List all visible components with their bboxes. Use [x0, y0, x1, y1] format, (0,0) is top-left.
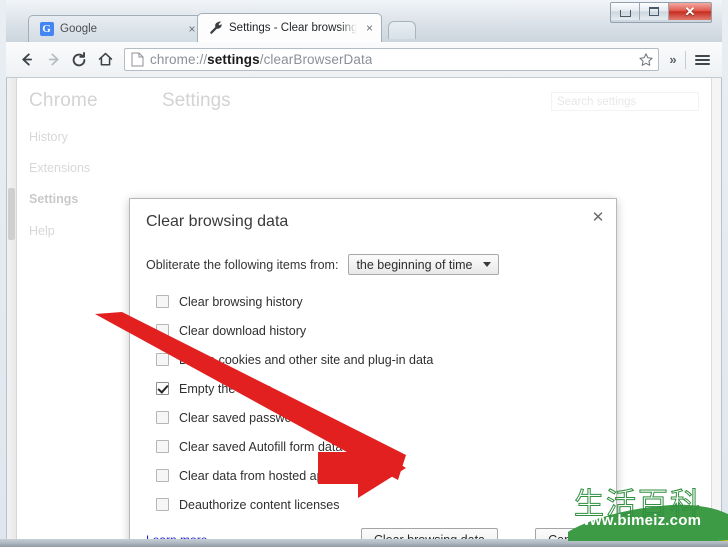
time-range-row: Obliterate the following items from: the…	[146, 254, 499, 275]
tab-title: Settings - Clear browsing	[229, 22, 358, 34]
chrome-brand-label: Chrome	[29, 90, 98, 111]
checkbox-label: Delete cookies and other site and plug-i…	[179, 352, 434, 367]
checkbox-autofill[interactable]	[156, 440, 169, 453]
checkbox-row-saved-passwords[interactable]: Clear saved passwords	[156, 403, 600, 432]
dialog-footer: Learn more Clear browsing data Cancel	[130, 517, 616, 539]
tab-title: Google	[60, 23, 98, 35]
dialog-close-icon[interactable]: ✕	[589, 208, 607, 226]
minimize-button[interactable]	[611, 3, 640, 20]
settings-page: Chrome History Extensions Settings Help …	[7, 78, 721, 539]
checkbox-label: Deauthorize content licenses	[179, 497, 340, 512]
maximize-icon	[649, 7, 659, 16]
time-range-select[interactable]: the beginning of time	[348, 254, 499, 275]
page-right-scrollbar[interactable]	[711, 78, 721, 539]
checkbox-row-hosted-apps[interactable]: Clear data from hosted apps	[156, 461, 600, 490]
url-host: settings	[207, 52, 260, 67]
close-window-button[interactable]: ✕	[669, 3, 711, 20]
checkbox-download-history[interactable]	[156, 324, 169, 337]
checkbox-content-licenses[interactable]	[156, 498, 169, 511]
checkbox-browsing-history[interactable]	[156, 295, 169, 308]
address-bar[interactable]: chrome://settings/clearBrowserData	[124, 48, 659, 71]
maximize-button[interactable]	[640, 3, 669, 20]
window-controls: ✕	[610, 2, 712, 23]
time-range-value: the beginning of time	[356, 257, 473, 272]
checkbox-row-download-history[interactable]: Clear download history	[156, 316, 600, 345]
checkbox-row-empty-cache[interactable]: Empty the cache	[156, 374, 600, 403]
reload-button[interactable]	[66, 47, 92, 73]
checkbox-cookies[interactable]	[156, 353, 169, 366]
page-icon	[131, 52, 144, 67]
checkbox-row-browsing-history[interactable]: Clear browsing history	[156, 287, 600, 316]
checkbox-label: Clear saved passwords	[179, 410, 309, 425]
tab-close-button[interactable]: ×	[361, 20, 377, 36]
tab-google[interactable]: G Google ×	[28, 15, 205, 42]
tabs-container: G Google × Settings - Clear browsing ×	[28, 13, 417, 42]
tab-strip: ✕ G Google × Settings - Clear browsing ×	[6, 0, 722, 42]
page-title: Settings	[162, 90, 231, 111]
checkbox-saved-passwords[interactable]	[156, 411, 169, 424]
minimize-icon	[619, 10, 631, 17]
url-scheme: chrome://	[150, 52, 208, 67]
dialog-title: Clear browsing data	[146, 213, 289, 230]
checkbox-label: Clear saved Autofill form data	[179, 439, 343, 454]
scrollbar-thumb[interactable]	[8, 188, 15, 240]
overflow-chevron-icon[interactable]: »	[665, 47, 681, 73]
checkbox-label: Clear data from hosted apps	[179, 468, 337, 483]
chevron-down-icon	[482, 262, 491, 267]
checkbox-row-autofill[interactable]: Clear saved Autofill form data	[156, 432, 600, 461]
checkbox-label: Clear download history	[179, 323, 307, 338]
clear-options-list: Clear browsing history Clear download hi…	[156, 287, 600, 519]
clear-browsing-data-dialog: ✕ Clear browsing data Obliterate the fol…	[129, 198, 617, 539]
back-button[interactable]	[14, 47, 40, 73]
wrench-icon	[208, 21, 223, 36]
checkbox-row-content-licenses[interactable]: Deauthorize content licenses	[156, 490, 600, 519]
checkbox-empty-cache[interactable]	[156, 382, 169, 395]
hamburger-icon[interactable]	[690, 47, 714, 73]
star-icon[interactable]	[637, 51, 655, 69]
watermark: 生活百科 www.bimeiz.com	[568, 479, 728, 541]
page-left-scrollbar[interactable]	[7, 78, 17, 539]
tab-settings[interactable]: Settings - Clear browsing ×	[197, 13, 383, 42]
sidebar-item-history[interactable]: History	[29, 130, 149, 144]
toolbar-divider	[685, 50, 686, 69]
clear-browsing-data-button[interactable]: Clear browsing data	[360, 528, 498, 539]
search-settings-input[interactable]: Search settings	[551, 92, 699, 111]
url-path: /clearBrowserData	[259, 52, 373, 67]
learn-more-link[interactable]: Learn more	[146, 533, 207, 539]
close-icon: ✕	[684, 4, 696, 19]
new-tab-button[interactable]	[388, 21, 417, 39]
watermark-url: www.bimeiz.com	[578, 512, 702, 529]
url-text: chrome://settings/clearBrowserData	[150, 52, 372, 67]
obliterate-label: Obliterate the following items from:	[146, 257, 339, 272]
forward-button[interactable]	[40, 47, 66, 73]
home-icon[interactable]	[92, 47, 118, 73]
checkbox-label: Empty the cache	[179, 381, 273, 396]
google-icon: G	[39, 22, 54, 37]
sidebar-item-extensions[interactable]: Extensions	[29, 161, 149, 175]
checkbox-label: Clear browsing history	[179, 294, 303, 309]
browser-toolbar: chrome://settings/clearBrowserData »	[6, 42, 722, 78]
checkbox-hosted-apps[interactable]	[156, 469, 169, 482]
checkbox-row-cookies[interactable]: Delete cookies and other site and plug-i…	[156, 345, 600, 374]
browser-window: ✕ G Google × Settings - Clear browsing ×	[0, 0, 728, 547]
